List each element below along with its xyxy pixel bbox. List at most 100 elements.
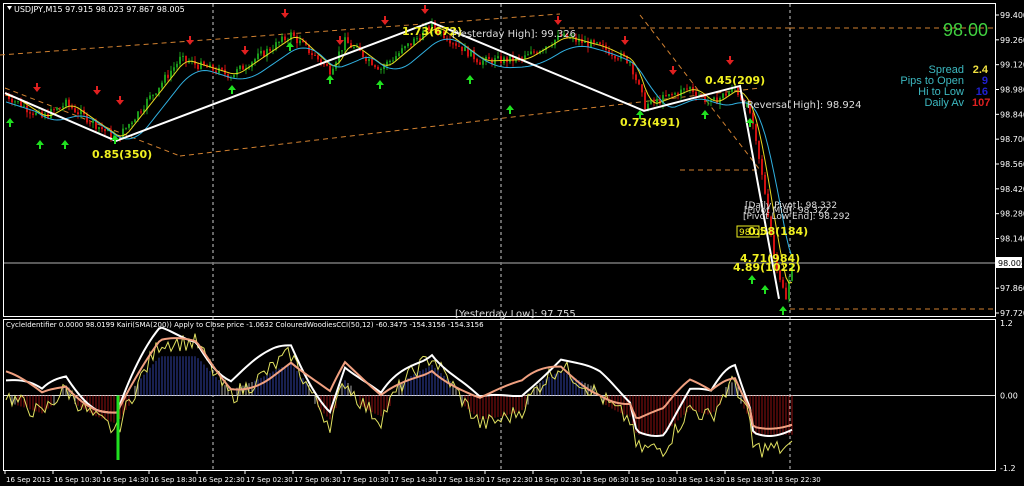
candle-body [104,129,106,132]
price-tick-label: 98.280 [1000,210,1024,219]
candle-body [293,32,295,37]
candle-body [176,63,178,68]
candle-body [92,120,94,123]
time-tick-label: 18 Sep 02:30 [534,476,581,484]
time-tick-label: 16 Sep 22:30 [198,476,245,484]
daily-avg-label: Daily Av [924,97,964,109]
time-tick-label: 17 Sep 10:30 [342,476,389,484]
time-tick-label: 18 Sep 06:30 [582,476,629,484]
candle-body [77,112,79,115]
indicator-pane: 1.2 0.00 -1.2 [4,319,1018,473]
candle-body [29,112,31,114]
candle-body [476,59,478,63]
down-arrow-icon [726,56,734,65]
candle-body [353,47,355,49]
candle-body [74,108,76,113]
candle-body [341,50,343,52]
daily-avg-row: Daily Av 107 [924,97,990,109]
candle-body [329,65,331,75]
up-arrow-icon [326,75,334,84]
price-tick-label: 97.720 [1000,309,1024,318]
down-arrow-icon [281,9,289,18]
candle-body [689,87,691,89]
candle-body [137,111,139,120]
price-tick-label: 99.400 [1000,11,1024,20]
zigzag-label: 0.73(491) [620,116,680,129]
up-arrow-icon [61,140,69,149]
time-tick-label: 16 Sep 18:30 [150,476,197,484]
level-label: [Yesterday Low]: 97.755 [455,309,576,320]
candle-body [11,99,13,103]
candle-body [725,93,727,96]
time-tick-label: 17 Sep 18:30 [438,476,485,484]
candle-body [254,59,256,63]
candle-body [410,43,412,46]
symbol-info: USDJPY,M15 97.915 98.023 97.867 98.005 [14,5,185,14]
candle-body [644,92,646,110]
candle-body [35,112,37,115]
candle-body [509,55,511,63]
candle-body [641,84,643,93]
candle-body [530,51,532,55]
candle-body [59,107,61,109]
candle-body [533,51,535,53]
candle-body [161,82,163,88]
candle-body [374,65,376,67]
candle-body [458,45,460,47]
time-tick-label: 17 Sep 14:30 [390,476,437,484]
candle-body [218,67,220,73]
candle-body [128,124,130,128]
candle-body [347,37,349,44]
candle-body [53,109,55,111]
candle-body [683,88,685,90]
current-price-tag: 98.005 [996,257,1024,268]
candle-body [593,40,595,43]
candle-body [401,48,403,54]
candle-body [257,53,259,60]
price-tick-label: 98.980 [1000,86,1024,95]
candle-body [242,65,244,70]
candle-body [674,93,676,95]
candle-body [299,40,301,44]
candle-body [527,54,529,56]
up-arrow-icon [466,75,474,84]
candle-body [722,93,724,98]
candle-body [140,111,142,113]
candle-body [14,101,16,103]
time-tick-label: 17 Sep 06:30 [294,476,341,484]
level-label: [Reversal High]: 98.924 [743,100,861,111]
candle-body [479,62,481,65]
candle-body [101,127,103,130]
candle-body [524,55,526,59]
candle-body [713,97,715,100]
zigzag-label: 0.58(184) [748,225,808,238]
down-arrow-icon [93,86,101,95]
candle-body [614,55,616,59]
candle-body [452,43,454,45]
candle-body [263,50,265,57]
time-tick-label: 16 Sep 10:30 [54,476,101,484]
price-axis: 99.400 99.260 99.120 98.980 98.840 98.700 98.5… [995,11,1024,318]
candle-body [89,122,91,124]
candle-body [17,101,19,103]
down-arrow-icon [554,16,562,25]
indicator-tick-label: 0.00 [1000,392,1018,401]
candle-body [377,66,379,70]
candle-body [707,101,709,103]
candle-body [344,37,346,51]
price-tick-label: 99.260 [1000,36,1024,45]
up-arrow-icon [6,118,14,127]
dropdown-arrow-icon[interactable] [7,6,12,10]
chart-frames [3,3,996,471]
up-arrow-icon [36,140,44,149]
candle-body [326,63,328,66]
candle-body [65,99,67,107]
indicator-header: CycleIdentifier 0.0000 98.0199 Kairi(SMA… [6,321,484,329]
candle-body [671,94,673,96]
candle-body [197,64,199,69]
down-arrow-icon [186,36,194,45]
candle-body [125,127,127,129]
price-tick-label: 98.560 [1000,160,1024,169]
price-tick-label: 99.120 [1000,61,1024,70]
time-tick-label: 16 Sep 2013 [6,476,50,484]
